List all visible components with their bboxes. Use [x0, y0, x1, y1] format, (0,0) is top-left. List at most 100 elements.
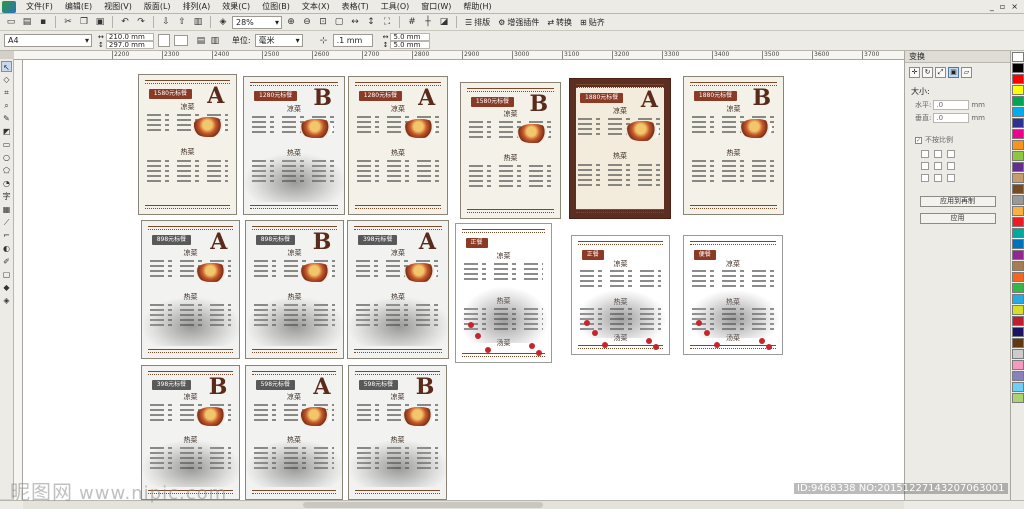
unit-select[interactable]: 毫米: [254, 34, 303, 47]
menu-edit[interactable]: 编辑(E): [59, 0, 98, 14]
menu-window[interactable]: 窗口(W): [415, 0, 457, 14]
skew-mode-icon[interactable]: ▱: [961, 67, 972, 78]
zoom-level-select[interactable]: 28%: [232, 15, 282, 29]
menu-arrange[interactable]: 排列(A): [177, 0, 217, 14]
import-icon[interactable]: ⇩: [159, 16, 173, 29]
zoom-in-icon[interactable]: ⊕: [284, 16, 298, 29]
color-swatch[interactable]: [1011, 239, 1024, 249]
menu-card[interactable]: 398元标餐A凉菜热菜: [347, 220, 449, 359]
menu-card[interactable]: 598元标餐B凉菜热菜: [348, 365, 447, 500]
nudge-distance-input[interactable]: .1 mm: [332, 34, 373, 47]
all-pages-icon[interactable]: ▤: [194, 34, 208, 47]
color-swatch[interactable]: [1011, 349, 1024, 359]
color-swatch[interactable]: [1011, 382, 1024, 392]
page-size-select[interactable]: A4: [4, 34, 92, 47]
rotate-mode-icon[interactable]: ↻: [922, 67, 933, 78]
page-height-input[interactable]: 297.0 mm: [105, 40, 154, 49]
plugin-button[interactable]: ⚙ 增强插件: [495, 16, 542, 29]
drawing-canvas[interactable]: 1580元标餐A凉菜热菜1280元标餐B凉菜热菜1280元标餐A凉菜热菜1580…: [23, 60, 904, 500]
current-page-icon[interactable]: ▥: [208, 34, 222, 47]
apply-button[interactable]: 应用: [919, 213, 996, 224]
menu-tools[interactable]: 工具(O): [375, 0, 416, 14]
minimize-icon[interactable]: _: [990, 2, 994, 11]
color-swatch[interactable]: [1011, 261, 1024, 271]
fill-tool-icon[interactable]: ◆: [1, 282, 12, 293]
close-icon[interactable]: ×: [1011, 2, 1018, 11]
anchor-checkbox[interactable]: [921, 162, 929, 170]
menu-file[interactable]: 文件(F): [20, 0, 59, 14]
redo-icon[interactable]: ↷: [134, 16, 148, 29]
menu-effects[interactable]: 效果(C): [216, 0, 256, 14]
zoom-fit-icon[interactable]: ⊡: [316, 16, 330, 29]
color-swatch[interactable]: [1011, 151, 1024, 161]
dup-y-input[interactable]: 5.0 mm: [390, 40, 431, 49]
save-icon[interactable]: ▪: [36, 16, 50, 29]
zoom-out-icon[interactable]: ⊖: [300, 16, 314, 29]
color-swatch[interactable]: [1011, 283, 1024, 293]
color-swatch[interactable]: [1011, 74, 1024, 84]
color-swatch[interactable]: [1011, 107, 1024, 117]
vertical-size-input[interactable]: .0: [933, 113, 970, 123]
restore-icon[interactable]: ▫: [1000, 2, 1005, 11]
apply-to-duplicate-button[interactable]: 应用到再制: [919, 196, 996, 207]
ellipse-tool-icon[interactable]: ○: [1, 152, 12, 163]
color-swatch[interactable]: [1011, 85, 1024, 95]
scale-mode-icon[interactable]: ⤢: [935, 67, 946, 78]
color-swatch[interactable]: [1011, 206, 1024, 216]
anchor-checkbox[interactable]: [921, 174, 929, 182]
menu-text[interactable]: 文本(X): [296, 0, 336, 14]
connector-tool-icon[interactable]: ⌐: [1, 230, 12, 241]
eyedropper-tool-icon[interactable]: ✐: [1, 256, 12, 267]
color-swatch[interactable]: [1011, 173, 1024, 183]
menu-card[interactable]: 898元标餐B凉菜热菜: [245, 220, 344, 359]
anchor-checkbox[interactable]: [934, 174, 942, 182]
menu-card[interactable]: 898元标餐A凉菜热菜: [141, 220, 240, 359]
size-mode-icon[interactable]: ▣: [948, 67, 959, 78]
app-launcher-icon[interactable]: ◈: [216, 16, 230, 29]
color-swatch[interactable]: [1011, 96, 1024, 106]
copy-icon[interactable]: ❐: [77, 16, 91, 29]
color-swatch[interactable]: [1011, 272, 1024, 282]
color-swatch[interactable]: [1011, 140, 1024, 150]
paste-icon[interactable]: ▣: [93, 16, 107, 29]
color-swatch[interactable]: [1011, 316, 1024, 326]
color-swatch[interactable]: [1011, 162, 1024, 172]
zoom-page-icon[interactable]: ▢: [332, 16, 346, 29]
table-tool-icon[interactable]: ▦: [1, 204, 12, 215]
position-mode-icon[interactable]: ✛: [909, 67, 920, 78]
color-swatch[interactable]: [1011, 195, 1024, 205]
shape-tool-icon[interactable]: ◇: [1, 74, 12, 85]
menu-card[interactable]: 正餐凉菜热菜汤菜: [571, 235, 670, 355]
menu-card[interactable]: 1880元标餐 B 凉菜 热菜: [683, 76, 784, 215]
snap-guides-icon[interactable]: ┼: [421, 16, 435, 29]
stick-button[interactable]: ⊞ 贴齐: [577, 16, 608, 29]
anchor-checkbox[interactable]: [921, 150, 929, 158]
menu-card[interactable]: 1280元标餐B凉菜热菜: [243, 76, 345, 215]
undo-icon[interactable]: ↶: [118, 16, 132, 29]
horizontal-size-input[interactable]: .0: [933, 100, 970, 110]
menu-card[interactable]: 1880元标餐 A 凉菜 热菜: [569, 78, 671, 219]
menu-card[interactable]: 1580元标餐 A 凉菜 热菜: [138, 74, 237, 215]
color-swatch[interactable]: [1011, 327, 1024, 337]
parallel-dimension-icon[interactable]: ⟋: [1, 217, 12, 228]
color-swatch[interactable]: [1011, 371, 1024, 381]
crop-tool-icon[interactable]: ⌗: [1, 87, 12, 98]
zoom-width-icon[interactable]: ↔: [348, 16, 362, 29]
new-document-icon[interactable]: ▭: [4, 16, 18, 29]
anchor-checkbox[interactable]: [947, 174, 955, 182]
color-swatch[interactable]: [1011, 52, 1024, 62]
export-icon[interactable]: ⇧: [175, 16, 189, 29]
menu-card[interactable]: 1580元标餐 B 凉菜 热菜: [460, 82, 561, 219]
snap-objects-icon[interactable]: ◪: [437, 16, 451, 29]
anchor-checkbox[interactable]: [934, 162, 942, 170]
menu-card[interactable]: 便餐凉菜热菜汤菜: [683, 235, 783, 355]
zoom-tool-icon[interactable]: ⌕: [1, 100, 12, 111]
color-swatch[interactable]: [1011, 393, 1024, 403]
dup-x-input[interactable]: 5.0 mm: [390, 32, 431, 41]
color-swatch[interactable]: [1011, 250, 1024, 260]
freehand-tool-icon[interactable]: ✎: [1, 113, 12, 124]
color-swatch[interactable]: [1011, 305, 1024, 315]
text-tool-icon[interactable]: 字: [1, 191, 12, 202]
landscape-button[interactable]: [173, 35, 188, 46]
color-swatch[interactable]: [1011, 217, 1024, 227]
